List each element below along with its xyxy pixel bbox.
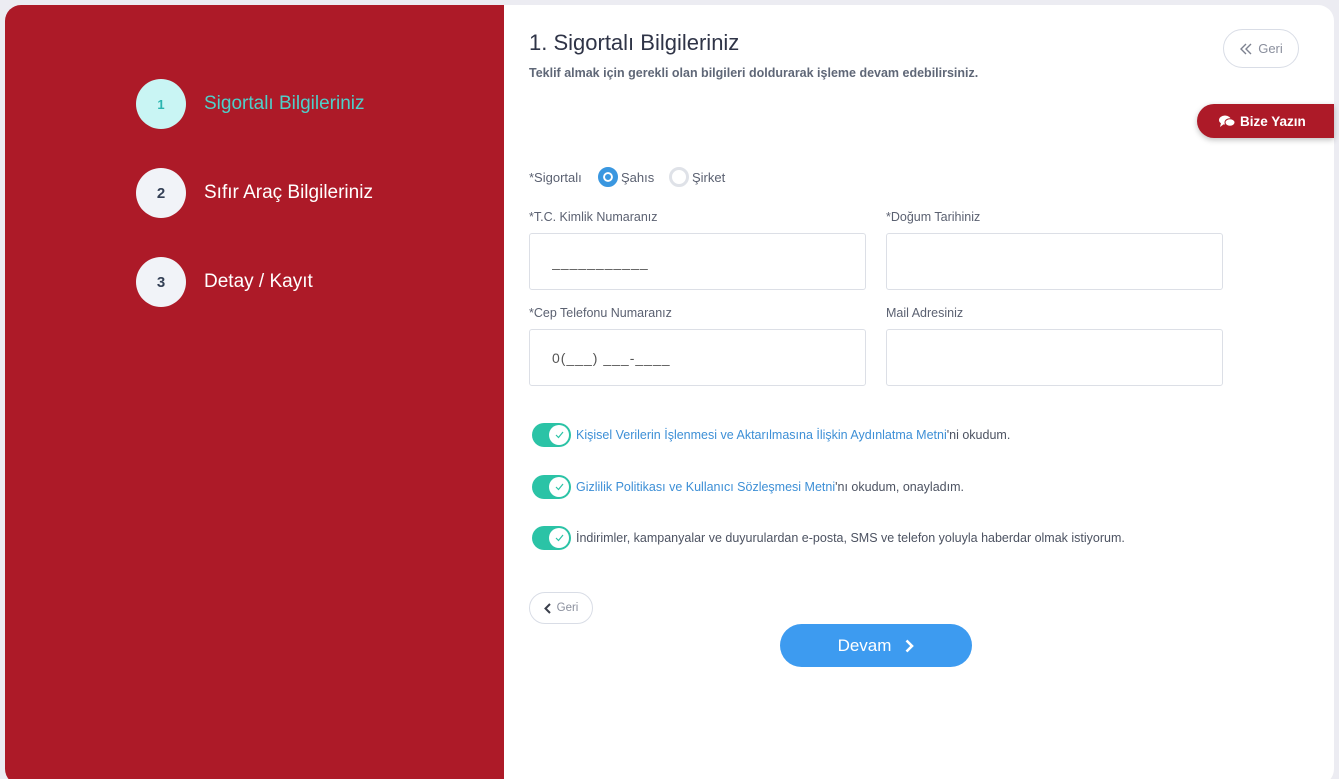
step-2-label: Sıfır Araç Bilgileriniz xyxy=(204,182,373,203)
radio-sirket-label: Şirket xyxy=(692,169,726,185)
step-2-number: 2 xyxy=(136,168,186,218)
consent-marketing: İndirimler, kampanyalar ve duyurulardan … xyxy=(532,526,1125,550)
radio-sirket[interactable]: Şirket xyxy=(669,167,725,187)
phone-field[interactable] xyxy=(529,329,866,386)
birth-date-field-label: *Doğum Tarihiniz xyxy=(886,210,981,224)
page-title: 1. Sigortalı Bilgileriniz xyxy=(529,30,740,55)
consent-marketing-toggle[interactable] xyxy=(532,526,571,550)
mail-field-label: Mail Adresiniz xyxy=(886,306,964,320)
consent-marketing-text: İndirimler, kampanyalar ve duyurulardan … xyxy=(576,531,1125,545)
check-icon xyxy=(555,431,563,439)
continue-button[interactable]: Devam xyxy=(780,624,972,667)
step-3[interactable]: 3 Detay / Kayıt xyxy=(136,257,313,307)
continue-button-label: Devam xyxy=(837,635,892,655)
mail-field[interactable] xyxy=(886,329,1223,386)
step-3-number: 3 xyxy=(136,257,186,307)
consent-privacy-text: 'nı okudum, onayladım. xyxy=(835,480,964,494)
birth-date-field[interactable] xyxy=(886,233,1223,290)
steps-sidebar: 1 Sigortalı Bilgileriniz 2 Sıfır Araç Bi… xyxy=(5,5,504,779)
consent-privacy-link[interactable]: Gizlilik Politikası ve Kullanıcı Sözleşm… xyxy=(576,480,835,494)
consent-privacy: Gizlilik Politikası ve Kullanıcı Sözleşm… xyxy=(532,475,964,499)
tc-field-label: *T.C. Kimlik Numaranız xyxy=(529,210,658,224)
check-icon xyxy=(555,534,563,542)
chevron-right-icon xyxy=(906,639,915,652)
insured-type-label: *Sigortalı xyxy=(529,170,582,185)
tc-field[interactable] xyxy=(529,233,866,290)
radio-sahis[interactable]: Şahıs xyxy=(598,167,654,187)
chat-bubbles-icon xyxy=(1219,115,1235,127)
consent-kvkk-toggle[interactable] xyxy=(532,423,571,447)
step-3-label: Detay / Kayıt xyxy=(204,271,313,292)
double-chevron-left-icon xyxy=(1240,43,1252,54)
check-icon xyxy=(555,483,563,491)
step-1-label: Sigortalı Bilgileriniz xyxy=(204,93,365,114)
back-button-label: Geri xyxy=(556,602,579,614)
back-button-top-label: Geri xyxy=(1258,41,1283,56)
chevron-left-icon xyxy=(543,602,551,614)
step-2[interactable]: 2 Sıfır Araç Bilgileriniz xyxy=(136,168,373,218)
consent-kvkk-text: 'ni okudum. xyxy=(946,428,1011,442)
radio-sahis-indicator[interactable] xyxy=(598,167,618,187)
main-card: 1 Sigortalı Bilgileriniz 2 Sıfır Araç Bi… xyxy=(5,5,1334,779)
chat-button[interactable]: Bize Yazın xyxy=(1197,104,1334,138)
page-subtitle: Teklif almak için gerekli olan bilgileri… xyxy=(529,66,979,80)
chat-button-label: Bize Yazın xyxy=(1240,113,1306,129)
consent-privacy-toggle[interactable] xyxy=(532,475,571,499)
step-1-number: 1 xyxy=(136,79,186,129)
radio-sahis-label: Şahıs xyxy=(621,169,655,185)
phone-field-label: *Cep Telefonu Numaranız xyxy=(529,306,672,320)
back-button-top[interactable]: Geri xyxy=(1223,29,1299,68)
radio-sirket-indicator[interactable] xyxy=(669,167,689,187)
step-1[interactable]: 1 Sigortalı Bilgileriniz xyxy=(136,79,365,129)
back-button[interactable]: Geri xyxy=(529,592,593,624)
consent-kvkk: Kişisel Verilerin İşlenmesi ve Aktarılma… xyxy=(532,423,1010,447)
consent-kvkk-link[interactable]: Kişisel Verilerin İşlenmesi ve Aktarılma… xyxy=(576,428,947,442)
